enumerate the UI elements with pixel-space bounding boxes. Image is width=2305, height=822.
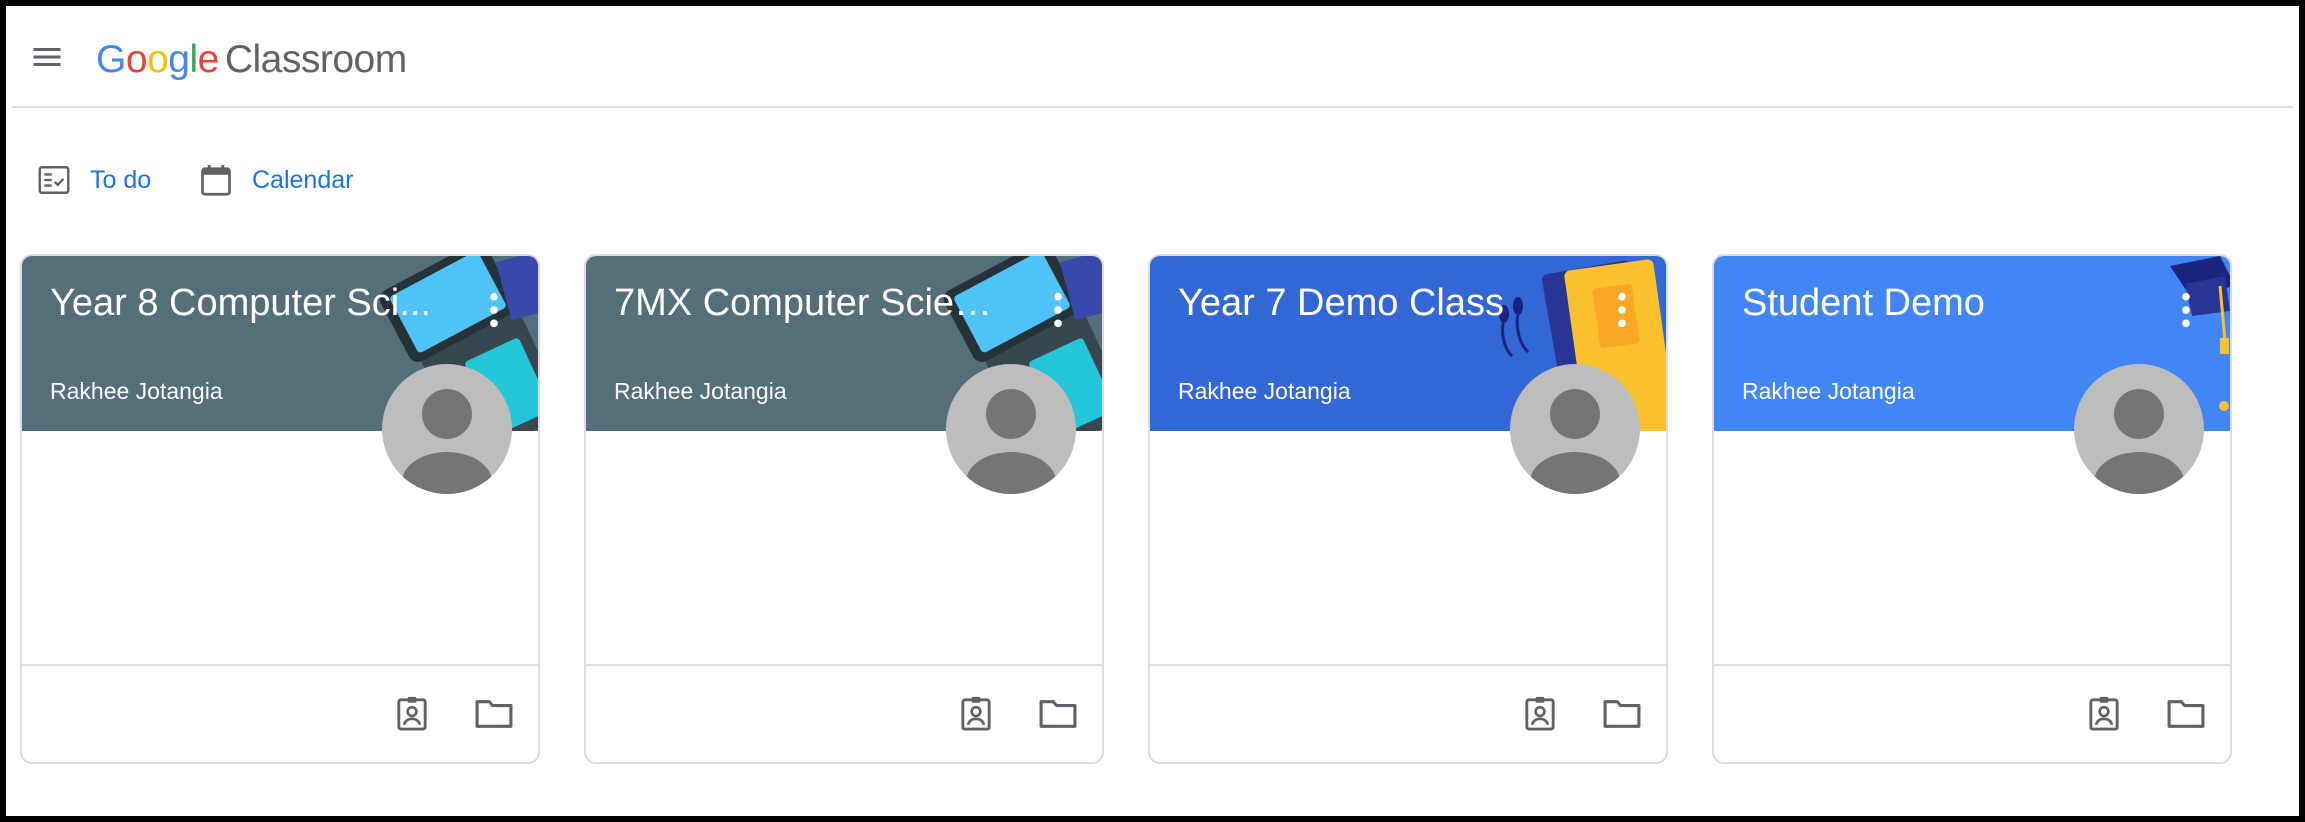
- logo-letter: e: [197, 38, 220, 81]
- folder-icon[interactable]: [1602, 698, 1642, 730]
- folder-icon[interactable]: [2166, 698, 2206, 730]
- class-card[interactable]: 7MX Computer Scien... Rakhee Jotangia: [584, 254, 1104, 764]
- class-title[interactable]: Student Demo: [1742, 282, 2132, 325]
- class-card[interactable]: Student Demo Rakhee Jotangia: [1712, 254, 2232, 764]
- todo-link[interactable]: To do: [36, 158, 151, 202]
- assignment-ind-icon[interactable]: [1522, 694, 1558, 732]
- person-icon: [966, 389, 1056, 494]
- person-icon: [1530, 389, 1620, 494]
- calendar-icon: [201, 165, 231, 196]
- class-title[interactable]: Year 8 Computer Sci...: [50, 282, 440, 325]
- class-owner: Rakhee Jotangia: [1178, 378, 1351, 404]
- card-footer: [1150, 664, 1666, 762]
- product-name: Classroom: [224, 38, 407, 81]
- todo-label: To do: [90, 165, 152, 194]
- hamburger-menu-icon[interactable]: [29, 39, 65, 75]
- card-footer: [1714, 664, 2230, 762]
- person-icon: [402, 389, 492, 494]
- class-card[interactable]: Year 7 Demo Class Rakhee Jotangia: [1148, 254, 1668, 764]
- more-vert-icon[interactable]: [1612, 290, 1632, 330]
- class-owner: Rakhee Jotangia: [1742, 378, 1915, 404]
- class-card[interactable]: Year 8 Computer Sci... Rakhee Jotangia: [20, 254, 540, 764]
- calendar-link[interactable]: Calendar: [198, 158, 353, 202]
- more-vert-icon[interactable]: [1048, 290, 1068, 330]
- class-title[interactable]: Year 7 Demo Class: [1178, 282, 1568, 325]
- logo-letter: l: [189, 38, 198, 81]
- top-bar: Google Classroom: [12, 12, 2293, 108]
- folder-icon[interactable]: [474, 698, 514, 730]
- google-classroom-logo[interactable]: Google Classroom: [96, 30, 407, 90]
- owner-avatar: [946, 364, 1076, 494]
- assignment-ind-icon[interactable]: [2086, 694, 2122, 732]
- assignment-ind-icon[interactable]: [958, 694, 994, 732]
- todo-checklist-icon: [38, 166, 70, 194]
- logo-letter: o: [125, 38, 148, 81]
- class-owner: Rakhee Jotangia: [50, 378, 223, 404]
- class-owner: Rakhee Jotangia: [614, 378, 787, 404]
- owner-avatar: [1510, 364, 1640, 494]
- assignment-ind-icon[interactable]: [394, 694, 430, 732]
- class-title[interactable]: 7MX Computer Scien...: [614, 282, 1004, 325]
- logo-letter: g: [168, 38, 190, 81]
- card-footer: [22, 664, 538, 762]
- owner-avatar: [2074, 364, 2204, 494]
- more-vert-icon[interactable]: [2176, 290, 2196, 330]
- person-icon: [2094, 389, 2184, 494]
- owner-avatar: [382, 364, 512, 494]
- calendar-label: Calendar: [252, 165, 354, 194]
- folder-icon[interactable]: [1038, 698, 1078, 730]
- more-vert-icon[interactable]: [484, 290, 504, 330]
- app-frame: Google Classroom To do Calendar Year 8 C…: [0, 0, 2305, 822]
- card-footer: [586, 664, 1102, 762]
- logo-letter: G: [96, 38, 126, 81]
- logo-letter: o: [147, 38, 169, 81]
